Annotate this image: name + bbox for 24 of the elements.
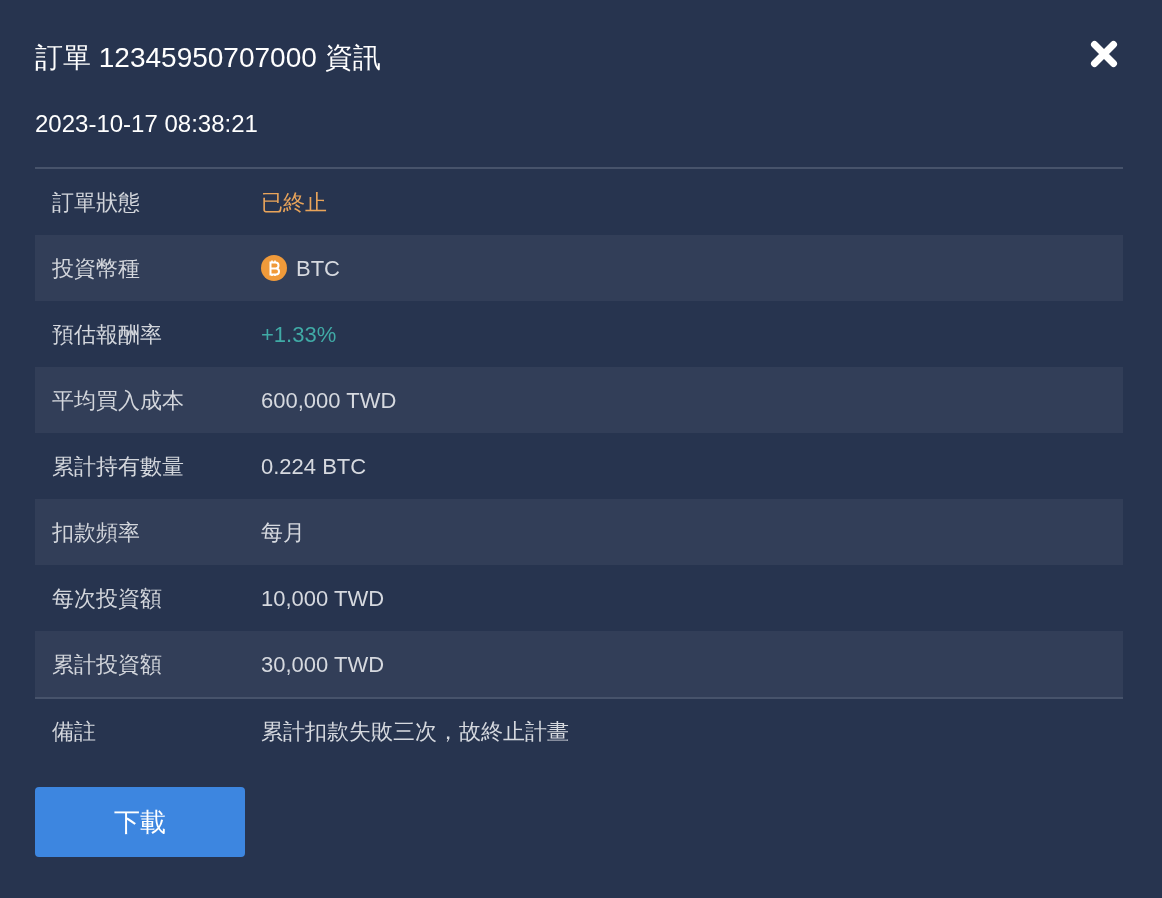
order-timestamp: 2023-10-17 08:38:21: [35, 109, 259, 139]
field-value: 10,000 TWD: [261, 584, 385, 613]
download-button[interactable]: 下載: [35, 787, 245, 857]
field-value: 600,000 TWD: [261, 386, 397, 415]
dialog-title: 訂單 12345950707000 資訊: [35, 41, 381, 75]
field-label: 平均買入成本: [51, 386, 185, 415]
field-value: 0.224 BTC: [261, 452, 367, 481]
field-label: 訂單狀態: [51, 188, 141, 217]
field-value: 累計扣款失敗三次，故終止計畫: [261, 717, 569, 746]
field-label: 預估報酬率: [51, 320, 163, 349]
coin-icon: [261, 255, 287, 281]
close-button[interactable]: [1090, 40, 1118, 68]
status-value: 已終止: [261, 188, 327, 217]
field-value: BTC: [296, 254, 340, 283]
return-rate-value: +1.33%: [261, 320, 337, 349]
field-label: 投資幣種: [51, 254, 141, 283]
close-icon: [1090, 40, 1118, 68]
field-value: 每月: [261, 518, 305, 547]
field-value: 30,000 TWD: [261, 650, 385, 679]
field-label: 累計持有數量: [51, 452, 185, 481]
field-label: 每次投資額: [51, 584, 163, 613]
field-label: 備註: [51, 717, 97, 746]
field-label: 累計投資額: [51, 650, 163, 679]
field-label: 扣款頻率: [51, 518, 141, 547]
